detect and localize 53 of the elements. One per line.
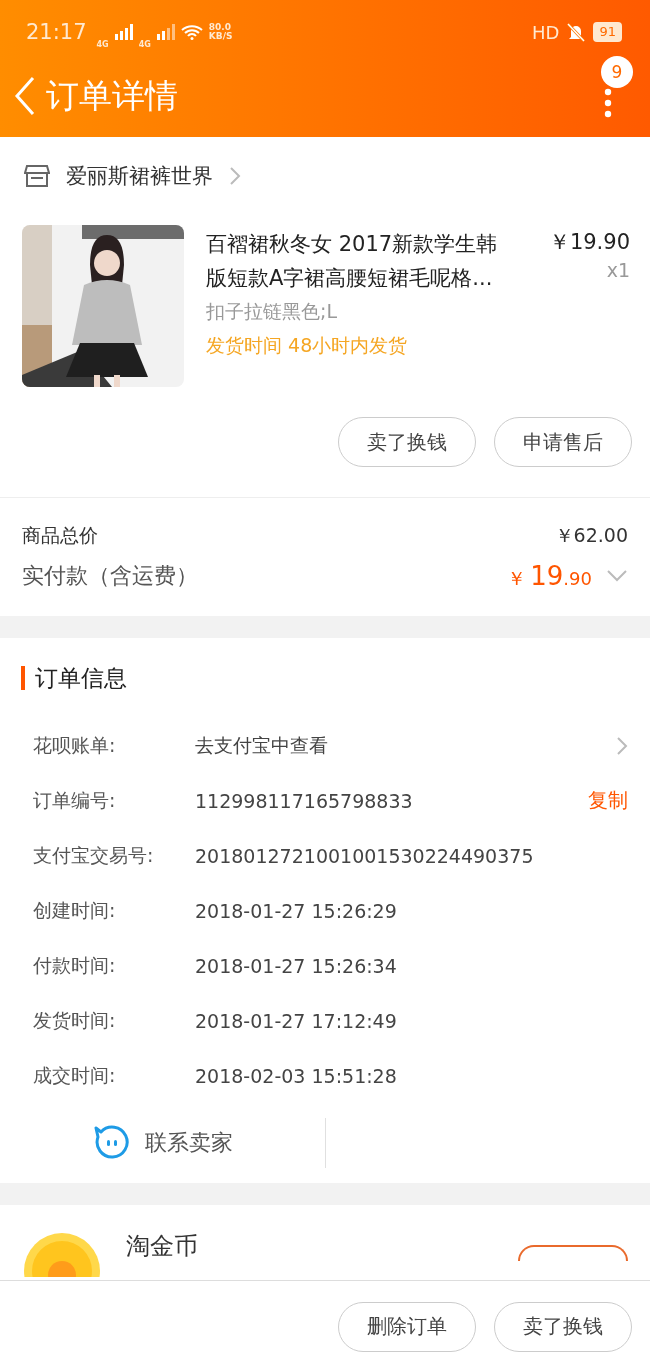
claim-button[interactable] [518, 1245, 628, 1261]
info-label: 付款时间: [33, 952, 117, 978]
network-type: 4G [138, 39, 151, 49]
section-marker [21, 666, 25, 690]
more-button[interactable] [604, 88, 612, 118]
info-value: 2018-01-27 17:12:49 [195, 1009, 397, 1032]
paid-label: 实付款（含运费） [22, 562, 198, 590]
coins-title: 淘金币 [126, 1231, 198, 1261]
product-quantity: x1 [605, 259, 630, 281]
battery-indicator: 91 [593, 22, 622, 42]
total-label: 商品总价 [22, 523, 98, 548]
section-title: 订单信息 [35, 663, 127, 693]
info-label: 订单编号: [33, 787, 117, 813]
total-value: ￥62.00 [554, 523, 628, 548]
action-button[interactable]: 删除订单 [338, 1301, 476, 1352]
status-time: 21:17 [26, 20, 87, 44]
product-title: 百褶裙秋冬女 2017新款学生韩版短款A字裙高腰短裙毛呢格... [206, 231, 499, 292]
chevron-right-icon [229, 166, 241, 186]
chat-face-icon [92, 1125, 129, 1161]
store-icon [24, 164, 50, 188]
back-button[interactable] [14, 76, 36, 116]
signal-icon [156, 24, 175, 40]
info-link[interactable]: 去支付宝中查看 [195, 732, 328, 759]
action-button[interactable]: 申请售后 [494, 417, 632, 467]
info-label: 发货时间: [33, 1007, 117, 1033]
info-label: 创建时间: [33, 897, 117, 923]
product-variant: 扣子拉链黑色;L [206, 299, 338, 324]
wifi-icon [180, 24, 203, 40]
info-value: 2018-01-27 15:26:34 [195, 954, 397, 977]
info-label: 成交时间: [33, 1062, 117, 1088]
chevron-right-icon [616, 735, 628, 756]
info-label: 支付宝交易号: [33, 842, 155, 868]
network-type: 4G [96, 39, 109, 49]
info-value: 2018012721001001530224490375 [195, 844, 534, 867]
info-value: 2018-02-03 15:51:28 [195, 1064, 397, 1087]
chevron-down-icon [606, 569, 628, 583]
hd-indicator: HD [532, 21, 560, 43]
action-button[interactable]: 卖了换钱 [494, 1301, 632, 1352]
paid-amount: ￥19.90 [507, 560, 592, 592]
shipping-time: 发货时间 48小时内发货 [206, 333, 409, 358]
contact-seller-button[interactable]: 联系卖家 [0, 1100, 325, 1186]
signal-icon [114, 24, 133, 40]
product-price: ￥19.90 [548, 229, 630, 256]
info-label: 花呗账单: [33, 732, 117, 758]
info-value: 2018-01-27 15:26:29 [195, 899, 397, 922]
mute-bell-icon [565, 22, 588, 42]
network-speed: 80.0 [208, 23, 233, 32]
page-title: 订单详情 [46, 74, 178, 117]
action-button[interactable]: 卖了换钱 [338, 417, 476, 467]
notification-badge: 9 [601, 56, 633, 88]
speed-unit: KB/S [208, 32, 233, 41]
info-value: 112998117165798833 [195, 789, 413, 812]
shop-name: 爱丽斯裙裤世界 [66, 163, 213, 190]
